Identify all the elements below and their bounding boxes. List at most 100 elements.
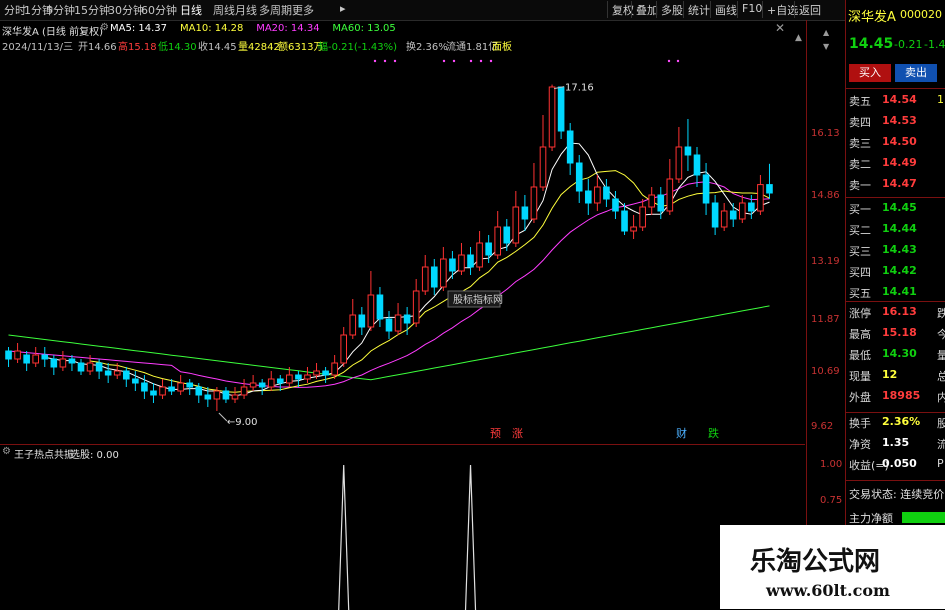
- tab-2[interactable]: 5分钟: [46, 2, 75, 18]
- candle[interactable]: [50, 355, 58, 375]
- candle[interactable]: [648, 187, 656, 215]
- candle[interactable]: [476, 231, 483, 271]
- candle[interactable]: [630, 215, 637, 239]
- candle[interactable]: [267, 371, 275, 391]
- expand-icon[interactable]: ▲: [795, 33, 802, 43]
- candle[interactable]: [340, 327, 348, 367]
- candle[interactable]: [639, 199, 646, 231]
- candle[interactable]: [584, 179, 592, 215]
- candle[interactable]: [603, 179, 610, 207]
- candle[interactable]: [104, 363, 112, 383]
- candle[interactable]: [566, 123, 574, 175]
- candle[interactable]: [512, 191, 520, 247]
- toolbar-button-7[interactable]: 返回: [794, 1, 825, 18]
- candle[interactable]: [702, 163, 710, 215]
- candle[interactable]: [222, 387, 230, 403]
- event-marker-1[interactable]: 涨: [512, 427, 523, 440]
- candle[interactable]: [729, 203, 737, 227]
- candle[interactable]: [41, 347, 49, 367]
- candle-body: [186, 382, 194, 388]
- candle[interactable]: [159, 379, 166, 399]
- tab-10[interactable]: 更多: [292, 2, 314, 18]
- candle[interactable]: [675, 127, 683, 183]
- indicator-panel[interactable]: ⚙ 王子热点共振 选股: 0.00 1.00 0.75: [0, 444, 842, 610]
- tab-4[interactable]: 30分钟: [108, 2, 144, 18]
- candle[interactable]: [449, 251, 456, 279]
- event-marker-2[interactable]: 财: [676, 426, 687, 440]
- candle[interactable]: [358, 307, 366, 335]
- candle[interactable]: [394, 303, 402, 335]
- candle[interactable]: [213, 387, 221, 411]
- candle[interactable]: [766, 163, 773, 199]
- candle[interactable]: [684, 119, 692, 171]
- candle[interactable]: [14, 343, 21, 363]
- candle[interactable]: [276, 375, 284, 391]
- tab-6[interactable]: 日线: [180, 2, 202, 18]
- candle[interactable]: [612, 191, 619, 219]
- candle[interactable]: [548, 84, 556, 151]
- candle[interactable]: [59, 351, 67, 371]
- candle[interactable]: [132, 371, 139, 391]
- more-arrow-icon[interactable]: ▸: [340, 2, 346, 15]
- event-marker-3[interactable]: 跌: [708, 426, 719, 440]
- candle[interactable]: [385, 311, 393, 339]
- candle[interactable]: [5, 347, 12, 367]
- candle[interactable]: [240, 379, 248, 399]
- candle[interactable]: [494, 211, 502, 259]
- settings-icon[interactable]: ⚙: [100, 22, 109, 33]
- event-marker-0[interactable]: 预: [490, 427, 501, 440]
- scroll-down-icon[interactable]: ▼: [823, 42, 829, 51]
- scroll-up-icon[interactable]: ▲: [823, 28, 829, 37]
- candle[interactable]: [530, 163, 538, 223]
- candle[interactable]: [539, 115, 547, 191]
- tab-7[interactable]: 周线: [213, 2, 235, 18]
- candle[interactable]: [367, 271, 375, 331]
- candle[interactable]: [304, 367, 311, 383]
- candle[interactable]: [331, 355, 338, 379]
- candle[interactable]: [594, 175, 601, 211]
- candle[interactable]: [575, 155, 583, 203]
- candle-body: [566, 130, 574, 164]
- buy-button[interactable]: 买入: [849, 64, 891, 82]
- candle[interactable]: [666, 159, 674, 215]
- candle[interactable]: [467, 247, 474, 275]
- candle[interactable]: [421, 255, 429, 295]
- candle[interactable]: [503, 219, 511, 251]
- candle[interactable]: [322, 367, 329, 383]
- candle[interactable]: [77, 359, 85, 375]
- candle[interactable]: [738, 195, 746, 223]
- candle[interactable]: [376, 287, 384, 327]
- candle[interactable]: [349, 299, 357, 339]
- tab-5[interactable]: 60分钟: [141, 2, 177, 18]
- kline-chart[interactable]: 17.16 ←9.00 股标指标网预涨 财 跌: [0, 55, 805, 443]
- candle[interactable]: [249, 375, 257, 391]
- candle[interactable]: [177, 375, 184, 395]
- candle[interactable]: [521, 195, 529, 231]
- candle[interactable]: [557, 86, 565, 139]
- candle[interactable]: [23, 351, 30, 371]
- candle[interactable]: [711, 195, 719, 235]
- candle[interactable]: [258, 379, 266, 395]
- close-panel-icon[interactable]: ✕: [775, 21, 785, 35]
- sell-button[interactable]: 卖出: [895, 64, 937, 82]
- candle-body: [204, 394, 212, 400]
- tab-0[interactable]: 分时: [4, 2, 26, 18]
- tab-8[interactable]: 月线: [235, 2, 257, 18]
- candle[interactable]: [68, 355, 76, 371]
- candle[interactable]: [720, 203, 728, 231]
- candle[interactable]: [32, 347, 40, 367]
- candle[interactable]: [295, 371, 302, 387]
- candle[interactable]: [150, 383, 157, 403]
- candle[interactable]: [757, 175, 764, 215]
- candle[interactable]: [186, 379, 194, 395]
- candle[interactable]: [440, 247, 447, 291]
- tab-3[interactable]: 15分钟: [74, 2, 110, 18]
- candle[interactable]: [430, 259, 438, 295]
- candle[interactable]: [693, 147, 701, 187]
- candle[interactable]: [458, 243, 465, 275]
- tab-9[interactable]: 多周期: [259, 2, 292, 18]
- candle[interactable]: [231, 387, 239, 403]
- row-label: 买三: [849, 245, 871, 258]
- candle[interactable]: [412, 279, 420, 327]
- candle[interactable]: [122, 367, 130, 387]
